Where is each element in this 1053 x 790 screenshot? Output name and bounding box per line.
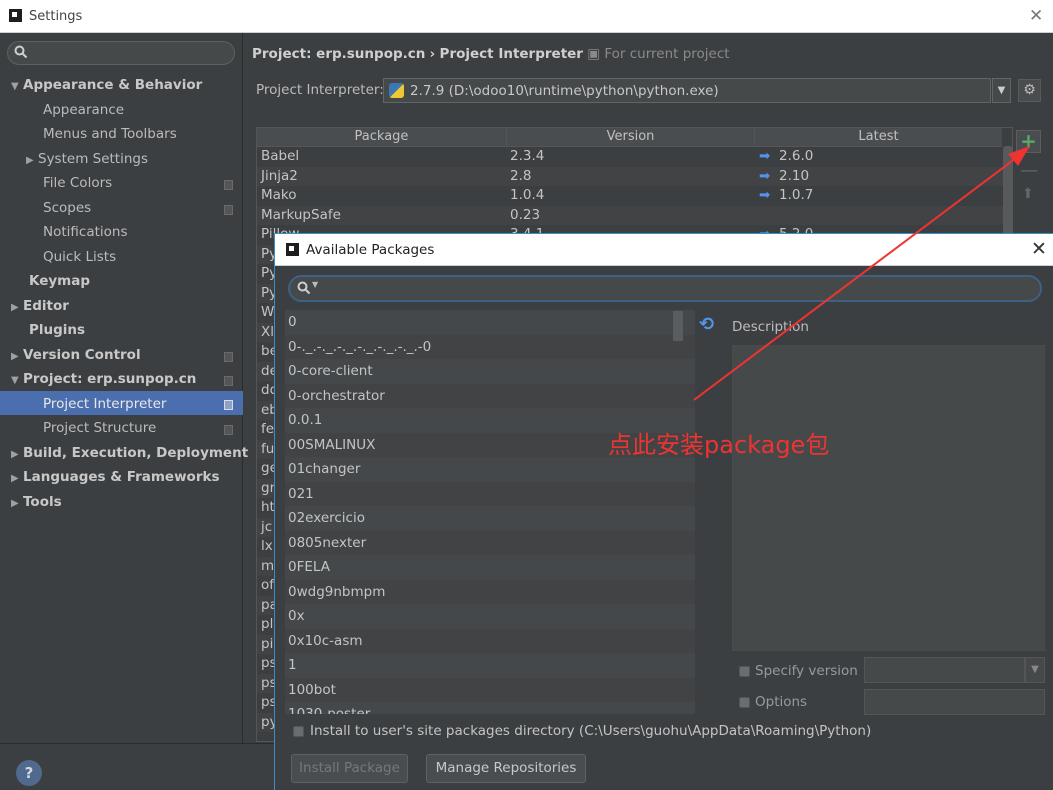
annotation-text: 点此安装package包 bbox=[608, 431, 830, 459]
annotation-arrow bbox=[693, 146, 1030, 401]
